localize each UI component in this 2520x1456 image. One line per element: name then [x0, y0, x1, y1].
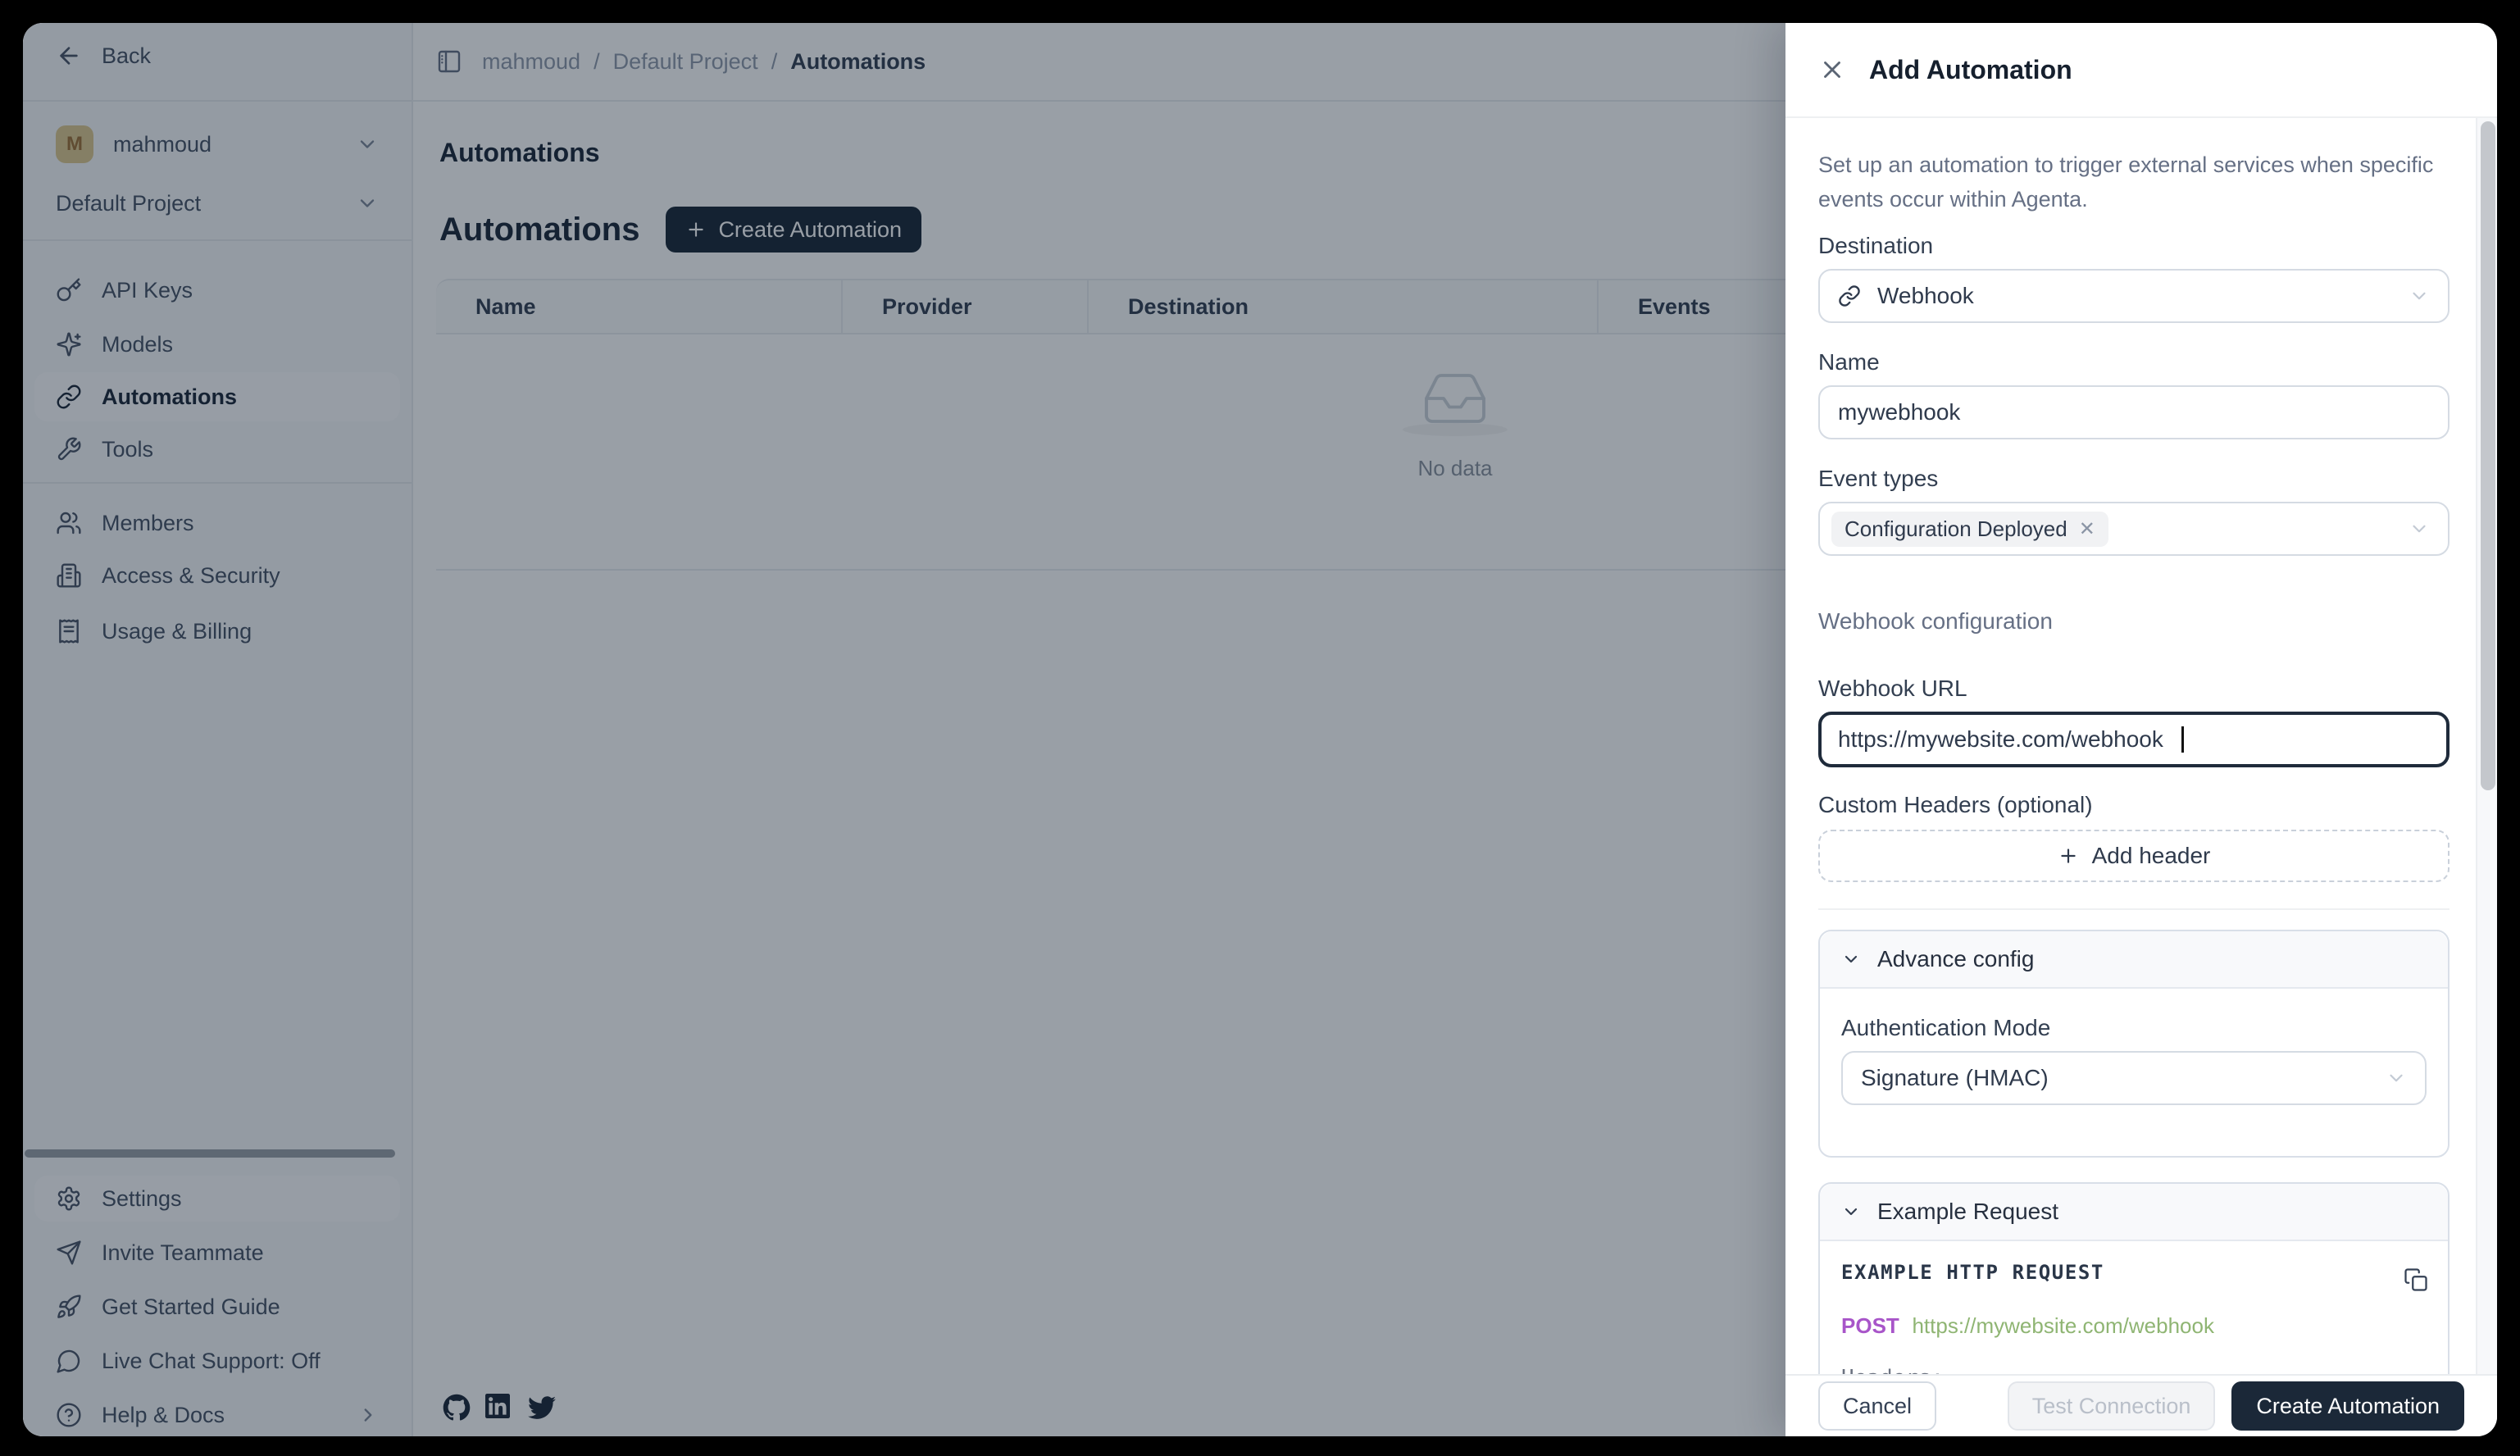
code-url: https://mywebsite.com/webhook — [1912, 1313, 2214, 1338]
webhook-url-value: https://mywebsite.com/webhook — [1838, 726, 2163, 753]
advance-config-title: Advance config — [1877, 946, 2034, 972]
create-automation-submit-button[interactable]: Create Automation — [2231, 1381, 2464, 1431]
destination-value: Webhook — [1877, 283, 2392, 309]
auth-mode-label: Authentication Mode — [1841, 1015, 2050, 1041]
destination-select[interactable]: Webhook — [1818, 269, 2449, 323]
auth-mode-select[interactable]: Signature (HMAC) — [1841, 1051, 2427, 1105]
name-value: mywebhook — [1838, 399, 2430, 425]
drawer-scrollbar-thumb[interactable] — [2481, 121, 2495, 790]
add-automation-drawer: Add Automation Set up an automation to t… — [1785, 23, 2497, 1436]
event-types-label: Event types — [1818, 466, 2449, 492]
chevron-down-icon — [1841, 949, 1861, 969]
add-header-button[interactable]: Add header — [1818, 830, 2449, 882]
webhook-url-label: Webhook URL — [1818, 676, 2449, 702]
destination-label: Destination — [1818, 233, 2449, 259]
drawer-scrollbar[interactable] — [2476, 118, 2497, 1374]
webhook-url-input[interactable]: https://mywebsite.com/webhook — [1818, 712, 2449, 767]
code-request-line: POST https://mywebsite.com/webhook — [1841, 1313, 2214, 1339]
divider — [1818, 908, 2449, 910]
tag-close-icon[interactable]: ✕ — [2079, 517, 2095, 541]
drawer-description: Set up an automation to trigger external… — [1818, 148, 2449, 216]
example-request-title: Example Request — [1877, 1199, 2058, 1225]
drawer-title: Add Automation — [1869, 55, 2072, 85]
chevron-down-icon — [2386, 1067, 2407, 1089]
code-caption: EXAMPLE HTTP REQUEST — [1841, 1261, 2104, 1284]
advance-config-header[interactable]: Advance config — [1820, 931, 2448, 987]
chevron-down-icon — [2409, 518, 2430, 539]
chevron-down-icon — [2409, 285, 2430, 307]
example-request-header[interactable]: Example Request — [1820, 1184, 2448, 1240]
close-icon[interactable] — [1818, 56, 1846, 84]
example-request-panel: Example Request EXAMPLE HTTP REQUEST POS… — [1818, 1182, 2449, 1374]
test-connection-button[interactable]: Test Connection — [2008, 1381, 2216, 1431]
drawer-header: Add Automation — [1785, 23, 2497, 118]
cancel-button[interactable]: Cancel — [1818, 1381, 1936, 1431]
code-headers-line: Headers: — [1841, 1366, 1944, 1374]
event-type-tag: Configuration Deployed ✕ — [1831, 512, 2108, 547]
link-icon — [1838, 284, 1861, 307]
event-types-select[interactable]: Configuration Deployed ✕ — [1818, 502, 2449, 556]
add-header-label: Add header — [2092, 843, 2211, 869]
copy-icon[interactable] — [2404, 1267, 2428, 1292]
app-window: Back M mahmoud Default Project — [23, 23, 2497, 1436]
chevron-down-icon — [1841, 1202, 1861, 1222]
name-label: Name — [1818, 349, 2449, 375]
advance-config-body: Authentication Mode Signature (HMAC) — [1820, 987, 2448, 1158]
example-request-body: EXAMPLE HTTP REQUEST POST https://mywebs… — [1820, 1240, 2448, 1374]
advance-config-panel: Advance config Authentication Mode Signa… — [1818, 930, 2449, 1158]
event-type-tag-label: Configuration Deployed — [1845, 516, 2067, 542]
code-method: POST — [1841, 1313, 1899, 1338]
name-input[interactable]: mywebhook — [1818, 385, 2449, 439]
plus-icon — [2058, 845, 2079, 867]
custom-headers-label: Custom Headers (optional) — [1818, 792, 2449, 818]
add-header-container: Add header — [1818, 830, 2449, 882]
auth-mode-value: Signature (HMAC) — [1861, 1065, 2369, 1091]
drawer-body: Set up an automation to trigger external… — [1785, 118, 2497, 1374]
drawer-footer: Cancel Test Connection Create Automation — [1785, 1374, 2497, 1436]
webhook-config-section-title: Webhook configuration — [1818, 608, 2449, 635]
screen: Back M mahmoud Default Project — [0, 0, 2520, 1456]
text-caret — [2181, 726, 2184, 753]
